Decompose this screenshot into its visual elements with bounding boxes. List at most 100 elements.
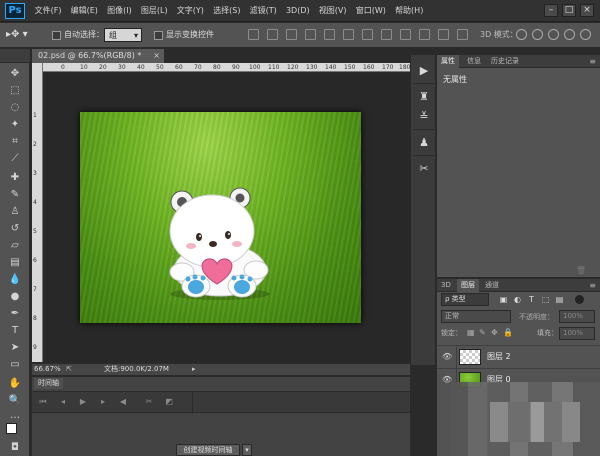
visibility-eye-icon[interactable]: 👁 bbox=[442, 352, 452, 362]
menu-type[interactable]: 文字(Y) bbox=[172, 0, 208, 22]
filter-toggle-icon[interactable] bbox=[575, 295, 584, 304]
menu-view[interactable]: 视图(V) bbox=[314, 0, 351, 22]
layer-name[interactable]: 图层 2 bbox=[487, 346, 511, 368]
ruler-top[interactable]: 0 10 20 30 40 50 60 70 80 90 100 110 120… bbox=[43, 63, 410, 72]
foreground-color-swatch[interactable] bbox=[6, 423, 17, 434]
3d-roll-icon[interactable] bbox=[532, 29, 543, 40]
healing-brush-tool-icon[interactable]: ✚ bbox=[8, 171, 22, 185]
gradient-tool-icon[interactable]: ▤ bbox=[8, 256, 22, 270]
blur-tool-icon[interactable]: 💧 bbox=[8, 273, 22, 287]
zoom-level[interactable]: 66.67% bbox=[34, 364, 61, 375]
timeline-tab[interactable]: 时间轴 bbox=[34, 378, 63, 389]
status-menu-arrow-icon[interactable]: ▸ bbox=[192, 364, 196, 375]
auto-select-dropdown[interactable]: 组 bbox=[104, 28, 142, 43]
previous-frame-icon[interactable]: ◂ bbox=[58, 397, 68, 407]
align-right-icon[interactable] bbox=[343, 29, 354, 40]
adjustments-icon[interactable]: ≚ bbox=[416, 109, 432, 125]
polar-bear-image[interactable] bbox=[162, 186, 278, 301]
history-brush-tool-icon[interactable]: ↺ bbox=[8, 222, 22, 236]
layers-panel-menu-icon[interactable]: ≡ bbox=[589, 279, 596, 292]
create-video-timeline-button[interactable]: 创建视频时间轴 bbox=[176, 444, 240, 456]
menu-layer[interactable]: 图层(L) bbox=[136, 0, 172, 22]
clone-source-icon[interactable]: ♟ bbox=[416, 135, 432, 151]
transition-icon[interactable]: ◩ bbox=[164, 397, 174, 407]
clone-stamp-tool-icon[interactable]: ♙ bbox=[8, 205, 22, 219]
lock-transparent-icon[interactable]: ▦ bbox=[467, 328, 475, 337]
filter-type-icon[interactable]: T bbox=[527, 295, 536, 304]
toolbox-header[interactable] bbox=[0, 49, 30, 63]
distribute-hcenter-icon[interactable] bbox=[438, 29, 449, 40]
menu-select[interactable]: 选择(S) bbox=[209, 0, 246, 22]
show-transform-checkbox[interactable] bbox=[154, 31, 163, 40]
split-icon[interactable]: ✂ bbox=[144, 397, 154, 407]
brush-preset-icon[interactable]: ♜ bbox=[416, 89, 432, 105]
menu-3d[interactable]: 3D(D) bbox=[281, 0, 314, 22]
3d-rotate-icon[interactable] bbox=[516, 29, 527, 40]
type-tool-icon[interactable]: T bbox=[8, 324, 22, 338]
play-actions-icon[interactable]: ▶ bbox=[416, 63, 432, 79]
blend-mode-dropdown[interactable]: 正常 bbox=[441, 310, 511, 323]
filter-pixel-icon[interactable]: ▣ bbox=[499, 295, 508, 304]
hand-tool-icon[interactable]: ✋ bbox=[8, 377, 22, 391]
audio-icon[interactable]: ◀ bbox=[118, 397, 128, 407]
path-selection-tool-icon[interactable]: ➤ bbox=[8, 341, 22, 355]
menu-edit[interactable]: 编辑(E) bbox=[66, 0, 102, 22]
lock-all-icon[interactable]: 🔒 bbox=[503, 328, 513, 337]
distribute-bottom-icon[interactable] bbox=[400, 29, 411, 40]
lock-image-icon[interactable]: ✎ bbox=[479, 328, 486, 337]
move-tool-preset-icon[interactable]: ▸✥ ▾ bbox=[6, 27, 34, 43]
layer-row[interactable]: 👁 图层 2 bbox=[437, 345, 600, 368]
marquee-tool-icon[interactable]: ⬚ bbox=[8, 84, 22, 98]
brush-tool-icon[interactable]: ✎ bbox=[8, 188, 22, 202]
export-icon[interactable]: ⇱ bbox=[66, 364, 72, 375]
close-button[interactable]: × bbox=[580, 4, 594, 17]
dodge-tool-icon[interactable]: ● bbox=[8, 290, 22, 304]
lock-position-icon[interactable]: ✥ bbox=[491, 328, 498, 337]
restore-button[interactable]: □ bbox=[562, 4, 576, 17]
align-left-icon[interactable] bbox=[305, 29, 316, 40]
ruler-corner[interactable] bbox=[32, 63, 43, 72]
grass-image[interactable] bbox=[80, 112, 361, 323]
shape-tool-icon[interactable]: ▭ bbox=[8, 358, 22, 372]
eraser-tool-icon[interactable]: ▱ bbox=[8, 239, 22, 253]
tab-3d[interactable]: 3D bbox=[441, 279, 451, 292]
distribute-vcenter-icon[interactable] bbox=[381, 29, 392, 40]
menu-file[interactable]: 文件(F) bbox=[30, 0, 66, 22]
crop-tool-icon[interactable]: ⌗ bbox=[8, 135, 22, 149]
distribute-left-icon[interactable] bbox=[419, 29, 430, 40]
more-tools-icon[interactable]: … bbox=[8, 409, 22, 423]
filter-smart-object-icon[interactable]: ▤ bbox=[555, 295, 564, 304]
tool-presets-icon[interactable]: ✂ bbox=[416, 161, 432, 177]
next-frame-icon[interactable]: ▸ bbox=[98, 397, 108, 407]
tab-properties[interactable]: 属性 bbox=[437, 55, 459, 68]
tab-info[interactable]: 信息 bbox=[467, 55, 481, 68]
tab-channels[interactable]: 通道 bbox=[485, 279, 499, 292]
align-bottom-icon[interactable] bbox=[286, 29, 297, 40]
3d-scale-icon[interactable] bbox=[580, 29, 591, 40]
menu-filter[interactable]: 滤镜(T) bbox=[245, 0, 281, 22]
menu-image[interactable]: 图像(I) bbox=[103, 0, 137, 22]
menu-help[interactable]: 帮助(H) bbox=[390, 0, 427, 22]
panel-menu-icon[interactable]: ≡ bbox=[589, 55, 596, 68]
layer-filter-dropdown[interactable]: ρ 类型 bbox=[441, 293, 489, 306]
ruler-left[interactable]: 1 2 3 4 5 6 7 8 9 bbox=[32, 72, 43, 362]
eyedropper-tool-icon[interactable]: ⟋ bbox=[8, 152, 22, 166]
align-top-icon[interactable] bbox=[248, 29, 259, 40]
auto-select-checkbox[interactable] bbox=[52, 31, 61, 40]
menu-window[interactable]: 窗口(W) bbox=[351, 0, 390, 22]
tab-history[interactable]: 历史记录 bbox=[491, 55, 519, 68]
tab-layers[interactable]: 图层 bbox=[457, 279, 479, 292]
opacity-input[interactable]: 100% bbox=[559, 310, 595, 323]
zoom-tool-icon[interactable]: 🔍 bbox=[8, 394, 22, 408]
align-vcenter-icon[interactable] bbox=[267, 29, 278, 40]
document-tab[interactable]: 02.psd @ 66.7%(RGB/8) * × bbox=[32, 49, 164, 63]
lasso-tool-icon[interactable]: ◌ bbox=[8, 101, 22, 115]
close-tab-icon[interactable]: × bbox=[153, 49, 160, 63]
fill-input[interactable]: 100% bbox=[559, 327, 595, 340]
minimize-button[interactable]: – bbox=[544, 4, 558, 17]
trash-icon[interactable]: 🗑 bbox=[576, 266, 586, 275]
go-to-first-frame-icon[interactable]: ⏮ bbox=[38, 397, 48, 407]
create-timeline-dropdown[interactable]: ▾ bbox=[242, 444, 252, 456]
3d-pan-icon[interactable] bbox=[548, 29, 559, 40]
3d-slide-icon[interactable] bbox=[564, 29, 575, 40]
